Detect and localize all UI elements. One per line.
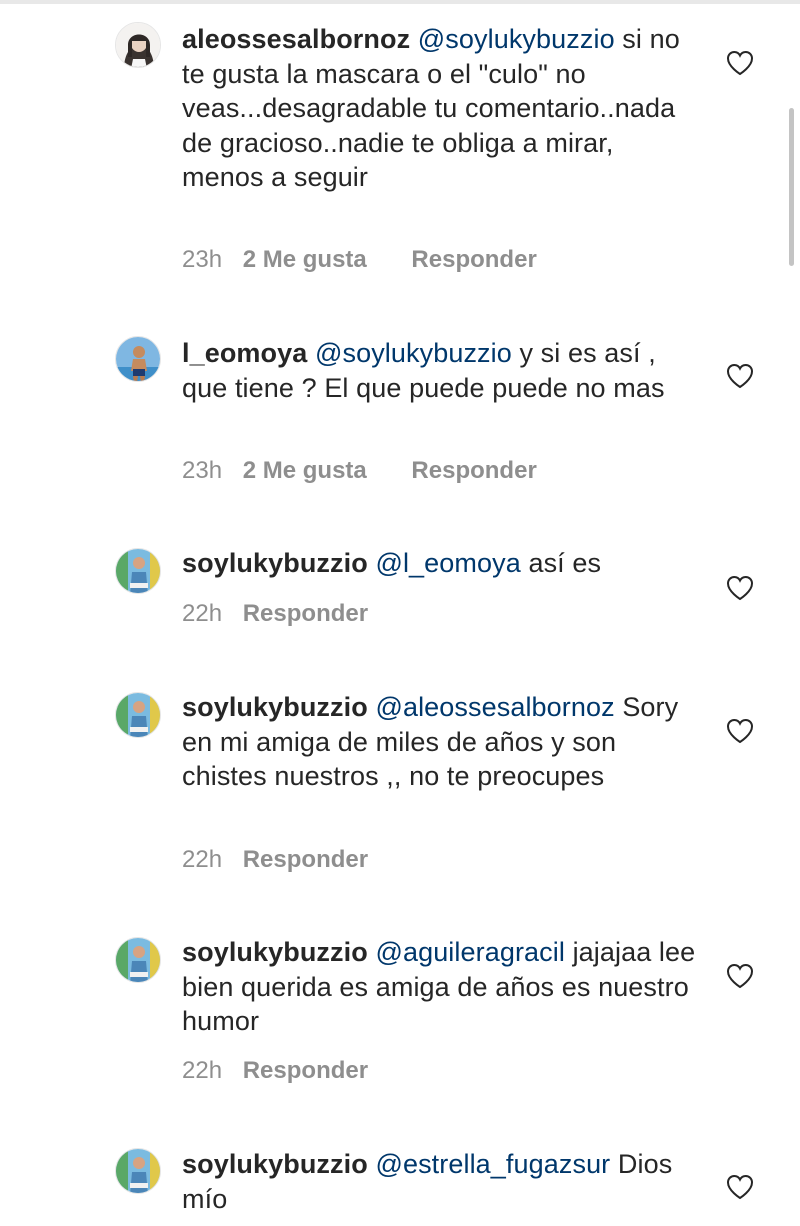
comment-username[interactable]: soylukybuzzio [182,692,368,722]
avatar[interactable] [115,937,161,983]
comment-username[interactable]: soylukybuzzio [182,548,368,578]
avatar[interactable] [115,548,161,594]
comment-username[interactable]: aleossesalbornoz [182,24,410,54]
comment-mention[interactable]: @l_eomoya [375,548,520,578]
reply-button[interactable]: Responder [411,457,536,484]
top-divider [0,0,800,4]
comment-likes-count[interactable]: 2 Me gusta [243,457,367,484]
comment-text: así es [528,548,602,578]
avatar[interactable] [115,336,161,382]
avatar[interactable] [115,22,161,68]
comment-likes-count[interactable]: 2 Me gusta [243,246,367,273]
comment-timestamp: 23h [182,246,223,273]
comment-timestamp: 22h [182,1057,223,1084]
comment-timestamp: 22h [182,600,223,627]
comment-timestamp: 23h [182,457,223,484]
comment-mention[interactable]: @soylukybuzzio [418,24,615,54]
reply-button[interactable]: Responder [243,1057,368,1084]
reply-button[interactable]: Responder [411,246,536,273]
heart-outline-icon[interactable] [726,50,754,76]
comment-username[interactable]: l_eomoya [182,338,307,368]
comment-username[interactable]: soylukybuzzio [182,937,368,967]
avatar[interactable] [115,1148,161,1194]
heart-outline-icon[interactable] [726,363,754,389]
heart-outline-icon[interactable] [726,1174,754,1200]
comment-mention[interactable]: @estrella_fugazsur [375,1149,610,1179]
comment-timestamp: 22h [182,846,223,873]
comment-mention[interactable]: @soylukybuzzio [315,338,512,368]
heart-outline-icon[interactable] [726,575,754,601]
reply-button[interactable]: Responder [243,600,368,627]
comment-mention[interactable]: @aguileragracil [375,937,565,967]
comment-username[interactable]: soylukybuzzio [182,1149,368,1179]
heart-outline-icon[interactable] [726,963,754,989]
comment-mention[interactable]: @aleossesalbornoz [375,692,614,722]
scrollbar-thumb[interactable] [789,108,794,266]
avatar[interactable] [115,692,161,738]
heart-outline-icon[interactable] [726,718,754,744]
reply-button[interactable]: Responder [243,846,368,873]
